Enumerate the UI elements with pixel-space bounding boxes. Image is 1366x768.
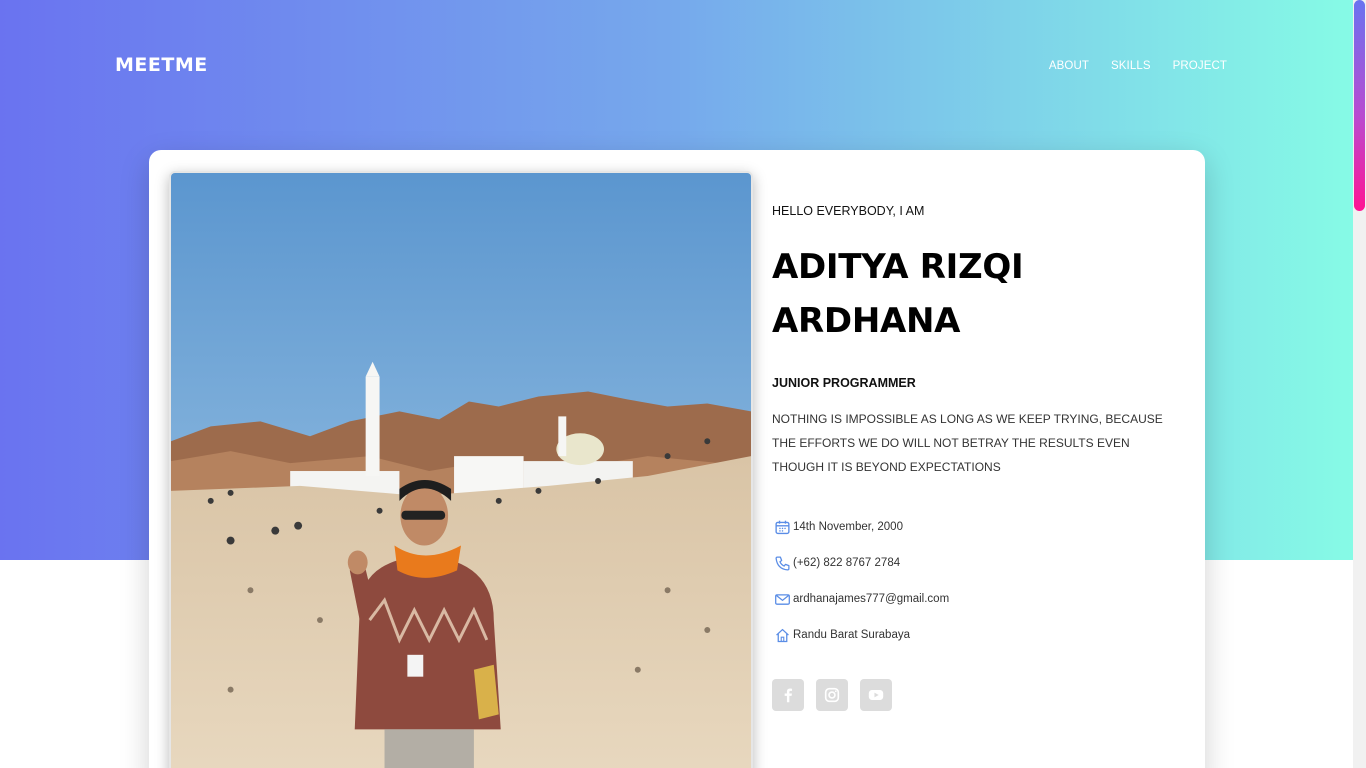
youtube-button[interactable] [860, 679, 892, 711]
birthday-text: 14th November, 2000 [793, 521, 903, 533]
greeting-text: HELLO EVERYBODY, I AM [772, 204, 925, 218]
contact-details: 14th November, 2000 (+62) 822 8767 2784 … [772, 509, 1182, 653]
facebook-button[interactable] [772, 679, 804, 711]
name-line-2: ARDHANA [772, 301, 961, 341]
profile-role: JUNIOR PROGRAMMER [772, 376, 916, 390]
phone-row: (+62) 822 8767 2784 [772, 545, 1182, 581]
profile-info: HELLO EVERYBODY, I AM ADITYA RIZQI ARDHA… [772, 204, 1182, 711]
facebook-icon [784, 688, 793, 703]
instagram-button[interactable] [816, 679, 848, 711]
scrollbar-thumb[interactable] [1354, 0, 1365, 211]
home-icon [772, 625, 792, 645]
nav-skills[interactable]: SKILLS [1111, 60, 1151, 72]
youtube-icon [868, 690, 884, 700]
email-text: ardhanajames777@gmail.com [793, 593, 950, 605]
phone-text: (+62) 822 8767 2784 [793, 557, 901, 569]
social-links [772, 679, 1182, 711]
brand-logo[interactable]: MEETME [115, 54, 208, 76]
profile-photo [169, 171, 753, 768]
main-nav: ABOUT SKILLS PROJECT [1049, 60, 1227, 72]
address-row: Randu Barat Surabaya [772, 617, 1182, 653]
mail-icon [772, 589, 792, 609]
email-row: ardhanajames777@gmail.com [772, 581, 1182, 617]
profile-quote: NOTHING IS IMPOSSIBLE AS LONG AS WE KEEP… [772, 412, 1163, 474]
phone-icon [772, 553, 792, 573]
profile-name: ADITYA RIZQI ARDHANA [772, 240, 1182, 348]
instagram-icon [824, 687, 840, 703]
nav-about[interactable]: ABOUT [1049, 60, 1089, 72]
nav-project[interactable]: PROJECT [1173, 60, 1227, 72]
calendar-icon [772, 517, 792, 537]
birthday-row: 14th November, 2000 [772, 509, 1182, 545]
address-text: Randu Barat Surabaya [793, 629, 910, 641]
name-line-1: ADITYA RIZQI [772, 247, 1024, 287]
